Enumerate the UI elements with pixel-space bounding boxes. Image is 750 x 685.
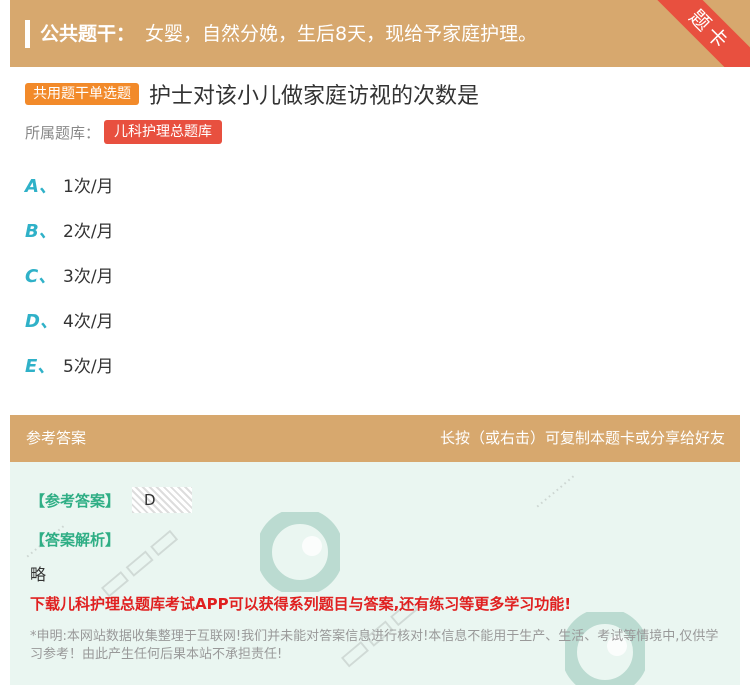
watermark-glyph: ·········· (529, 467, 582, 516)
answer-header: 参考答案 长按（或右击）可复制本题卡或分享给好友 (10, 415, 740, 462)
question-bank-row: 所属题库： 儿科护理总题库 (25, 120, 223, 144)
question-title: 护士对该小儿做家庭访视的次数是 (149, 84, 480, 109)
card-ribbon: 题卡 (645, 0, 750, 67)
option-c[interactable]: C、 3次/月 (25, 265, 114, 310)
option-text: 5次/月 (63, 357, 114, 377)
option-letter: B、 (25, 221, 57, 242)
option-letter: A、 (25, 176, 57, 197)
bank-link[interactable]: 儿科护理总题库 (104, 120, 223, 144)
option-e[interactable]: E、 5次/月 (25, 355, 114, 400)
stem-text: 公共题干： 女婴，自然分娩，生后8天，现给予家庭护理。 (40, 20, 537, 48)
question-type-tag: 共用题干单选题 (25, 83, 139, 105)
option-letter: C、 (25, 266, 57, 287)
option-text: 2次/月 (63, 222, 114, 242)
option-text: 3次/月 (63, 267, 114, 287)
question-row: 共用题干单选题 护士对该小儿做家庭访视的次数是 (25, 79, 479, 109)
option-b[interactable]: B、 2次/月 (25, 220, 114, 265)
option-letter: D、 (25, 311, 58, 332)
stem-content: 女婴，自然分娩，生后8天，现给予家庭护理。 (145, 23, 538, 45)
option-list: A、 1次/月 B、 2次/月 C、 3次/月 D、 4次/月 E、 5次/月 (25, 175, 114, 400)
bank-label: 所属题库： (25, 123, 101, 142)
analysis-text: 略 (30, 565, 47, 584)
option-letter: E、 (25, 356, 56, 377)
answer-header-title: 参考答案 (26, 429, 87, 447)
option-text: 1次/月 (63, 177, 114, 197)
stem-label: 公共题干： (40, 23, 136, 45)
download-app-link[interactable]: 下载儿科护理总题库考试APP可以获得系列题目与答案,还有练习等更多学习功能! (30, 593, 571, 614)
answer-value: D (132, 487, 192, 513)
option-a[interactable]: A、 1次/月 (25, 175, 114, 220)
option-d[interactable]: D、 4次/月 (25, 310, 114, 355)
answer-label: 【参考答案】 (30, 492, 121, 510)
analysis-label: 【答案解析】 (30, 531, 121, 549)
answer-body: ▭▭▭ ·········· ▭▭▭ ·········· 【参考答案】 D 【… (10, 462, 740, 685)
share-hint: 长按（或右击）可复制本题卡或分享给好友 (439, 429, 725, 447)
disclaimer-text: *申明:本网站数据收集整理于互联网!我们并未能对答案信息进行核对!本信息不能用于… (30, 629, 719, 662)
option-text: 4次/月 (63, 312, 114, 332)
question-stem-bar: 公共题干： 女婴，自然分娩，生后8天，现给予家庭护理。 题卡 (10, 0, 750, 67)
watermark-logo-icon (260, 512, 340, 592)
stem-accent-bar (25, 20, 30, 48)
